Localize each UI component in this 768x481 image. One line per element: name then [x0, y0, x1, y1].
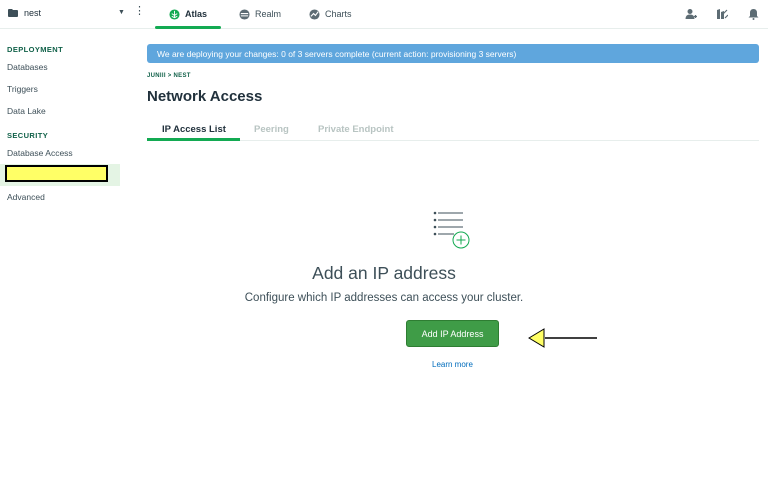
- tab-realm-label: Realm: [255, 9, 282, 19]
- sidebar-section-security: SECURITY: [7, 131, 49, 140]
- chevron-down-icon[interactable]: ▼: [118, 9, 125, 16]
- tab-private-endpoint[interactable]: Private Endpoint: [318, 124, 393, 135]
- deployment-status-banner: We are deploying your changes: 0 of 3 se…: [147, 44, 759, 63]
- add-ip-address-button[interactable]: Add IP Address: [406, 320, 499, 347]
- tab-atlas[interactable]: Atlas: [154, 0, 222, 29]
- tab-charts[interactable]: Charts: [309, 0, 352, 28]
- empty-state-title-wrap: Add an IP address: [0, 263, 768, 284]
- more-options-icon[interactable]: ⋮: [134, 6, 145, 17]
- annotation-arrow-icon: [528, 328, 597, 348]
- sidebar-item-data-lake[interactable]: Data Lake: [7, 106, 46, 116]
- sidebar-item-databases[interactable]: Databases: [7, 62, 48, 72]
- realm-icon: [239, 8, 250, 20]
- empty-state-title: Add an IP address: [312, 263, 456, 283]
- active-tab-underline: [147, 138, 240, 141]
- banner-text: We are deploying your changes: 0 of 3 se…: [157, 48, 517, 59]
- project-name: nest: [24, 8, 42, 18]
- sidebar-item-database-access[interactable]: Database Access: [7, 148, 73, 158]
- tab-realm[interactable]: Realm: [239, 0, 281, 28]
- tab-atlas-label: Atlas: [185, 9, 208, 19]
- activity-feed-icon[interactable]: [716, 8, 728, 20]
- charts-icon: [309, 8, 320, 20]
- tab-ip-access-list[interactable]: IP Access List: [162, 124, 226, 135]
- tab-charts-label: Charts: [325, 9, 352, 19]
- atlas-leaf-icon: [169, 8, 180, 20]
- learn-more-link[interactable]: Learn more: [432, 360, 473, 369]
- breadcrumb[interactable]: JUNIII > NEST: [147, 73, 191, 79]
- sidebar: [0, 29, 128, 481]
- notifications-bell-icon[interactable]: [748, 8, 759, 20]
- sidebar-section-deployment: DEPLOYMENT: [7, 45, 64, 54]
- project-selector[interactable]: nest: [8, 8, 41, 18]
- page-title: Network Access: [147, 88, 263, 105]
- network-access-tabs: IP Access List Peering Private Endpoint: [147, 120, 759, 141]
- redaction-highlight-box: [5, 165, 108, 182]
- folder-icon: [8, 9, 18, 17]
- add-user-icon[interactable]: [685, 8, 697, 20]
- top-navigation-bar: nest ▼ ⋮ Atlas Realm Charts: [0, 0, 768, 29]
- sidebar-item-advanced[interactable]: Advanced: [7, 192, 45, 202]
- empty-state-subtitle: Configure which IP addresses can access …: [244, 292, 524, 304]
- tab-peering[interactable]: Peering: [254, 124, 289, 135]
- ip-list-add-icon: [433, 211, 470, 249]
- sidebar-item-triggers[interactable]: Triggers: [7, 84, 38, 94]
